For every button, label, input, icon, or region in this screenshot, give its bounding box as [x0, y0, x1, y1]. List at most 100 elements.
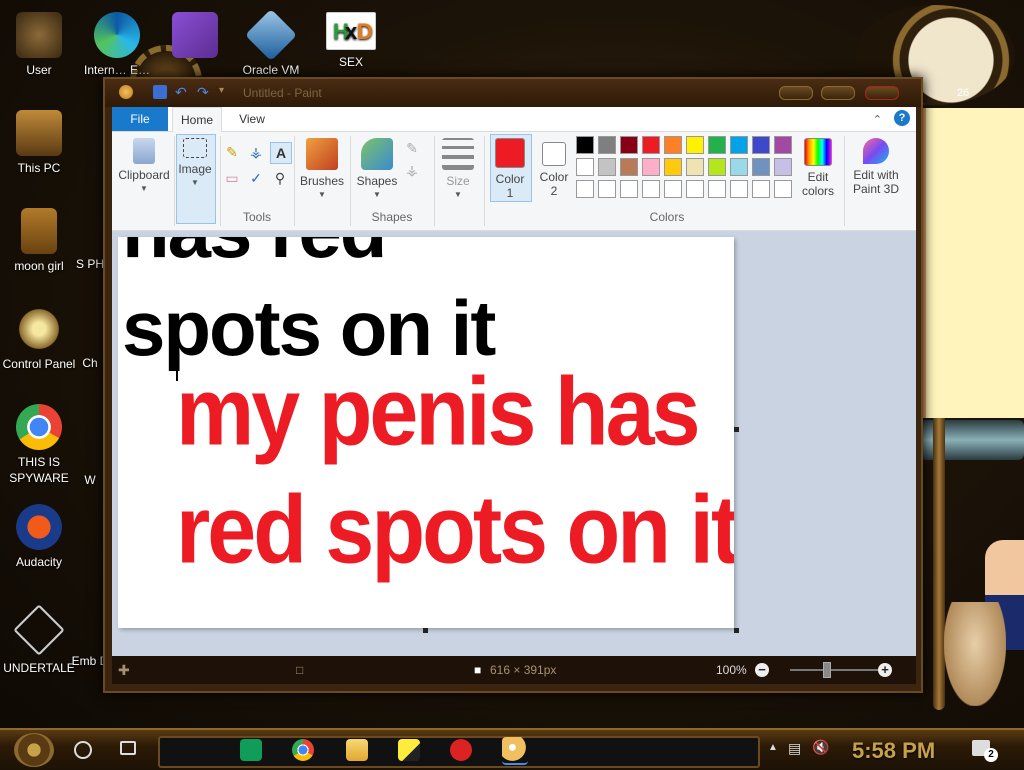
edit-paint3d-label: Edit with Paint 3D	[852, 168, 900, 196]
palette-swatch[interactable]	[642, 158, 660, 176]
size-button[interactable]: Size ▼	[438, 136, 478, 199]
eraser-icon[interactable]: ▭	[222, 168, 242, 188]
undo-icon[interactable]: ↶	[175, 85, 189, 99]
palette-swatch[interactable]	[598, 158, 616, 176]
palette-swatch[interactable]	[686, 136, 704, 154]
resize-handle-bottom[interactable]	[423, 628, 428, 633]
file-explorer-icon[interactable]	[346, 739, 368, 761]
palette-swatch[interactable]	[752, 136, 770, 154]
palette-swatch[interactable]	[642, 180, 660, 198]
color2-button[interactable]: Color 2	[534, 136, 574, 198]
chrome-icon	[16, 404, 62, 450]
shapes-icon	[361, 138, 393, 170]
brushes-button[interactable]: Brushes ▼	[298, 136, 346, 199]
start-button[interactable]	[14, 733, 54, 767]
collapse-ribbon-icon[interactable]: ⌃	[873, 113, 882, 126]
ribbon-divider	[844, 136, 845, 226]
palette-swatch[interactable]	[686, 158, 704, 176]
resize-handle-right[interactable]	[734, 427, 739, 432]
tab-file[interactable]: File	[112, 107, 168, 131]
tab-home[interactable]: Home	[172, 107, 222, 132]
palette-swatch[interactable]	[774, 180, 792, 198]
palette-swatch[interactable]	[708, 158, 726, 176]
zoom-out-button[interactable]: −	[755, 663, 769, 677]
desktop-icon-this-pc[interactable]: This PC	[0, 110, 78, 176]
google-sheets-icon[interactable]	[240, 739, 262, 761]
app-icon-red[interactable]	[450, 739, 472, 761]
palette-swatch[interactable]	[620, 158, 638, 176]
computer-icon	[16, 110, 62, 156]
maximize-button[interactable]	[821, 86, 855, 100]
image-button[interactable]: Image ▼	[172, 136, 218, 187]
color1-button[interactable]: Color 1	[490, 136, 530, 200]
redo-icon[interactable]: ↷	[197, 85, 211, 99]
magnifier-icon[interactable]: ⚲	[270, 168, 290, 188]
palette-swatch[interactable]	[686, 180, 704, 198]
taskbar-clock[interactable]: 5:58 PM	[852, 738, 935, 764]
clipboard-button[interactable]: Clipboard ▼	[116, 136, 172, 193]
desktop-icon-audacity[interactable]: Audacity	[0, 504, 78, 570]
palette-swatch[interactable]	[576, 136, 594, 154]
zoom-slider-track[interactable]	[790, 669, 886, 671]
desktop-icon-visual-studio[interactable]	[156, 12, 234, 62]
network-icon[interactable]: ▤	[788, 740, 801, 768]
palette-swatch[interactable]	[598, 136, 616, 154]
chrome-icon[interactable]	[292, 739, 314, 761]
save-icon[interactable]	[153, 85, 167, 99]
palette-swatch[interactable]	[708, 136, 726, 154]
edit-with-paint3d-button[interactable]: Edit with Paint 3D	[846, 136, 906, 196]
image-label: Image	[178, 162, 212, 176]
close-button[interactable]	[865, 86, 899, 100]
palette-swatch[interactable]	[620, 136, 638, 154]
palette-swatch[interactable]	[708, 180, 726, 198]
desktop-icon-oracle-vm[interactable]: Oracle VM	[232, 8, 310, 78]
palette-swatch[interactable]	[774, 158, 792, 176]
palette-swatch[interactable]	[752, 180, 770, 198]
sticky-note[interactable]	[920, 108, 1024, 418]
palette-swatch[interactable]	[642, 136, 660, 154]
palette-swatch[interactable]	[730, 136, 748, 154]
show-hidden-icons-icon[interactable]: ▲	[768, 742, 778, 770]
zoom-slider-thumb[interactable]	[823, 662, 831, 678]
volume-muted-icon[interactable]: 🔇	[812, 739, 829, 767]
paint-window[interactable]: ↶ ↷ ▾ Untitled - Paint File Home View ⌃ …	[103, 77, 923, 693]
desktop-icon-user[interactable]: User	[0, 12, 78, 78]
title-bar[interactable]: ↶ ↷ ▾ Untitled - Paint	[105, 79, 921, 107]
palette-swatch[interactable]	[576, 158, 594, 176]
resize-handle-corner[interactable]	[734, 628, 739, 633]
sticky-notes-icon[interactable]	[398, 739, 420, 761]
text-icon[interactable]: A	[270, 142, 292, 164]
ribbon-divider	[220, 136, 221, 226]
desktop-icon-sex[interactable]: H x D SEX	[312, 12, 390, 70]
edit-colors-button[interactable]: Edit colors	[796, 136, 840, 198]
color1-label: Color 1	[495, 172, 525, 200]
color-picker-icon[interactable]: ✓	[246, 168, 266, 188]
help-icon[interactable]: ?	[894, 110, 910, 126]
palette-swatch[interactable]	[730, 180, 748, 198]
minimize-button[interactable]	[779, 86, 813, 100]
drawing-canvas[interactable]: has red spots on it my penis has red spo…	[118, 237, 734, 628]
outline-icon[interactable]: ✎	[402, 138, 422, 158]
fill-icon[interactable]: ⚶	[246, 142, 266, 162]
desktop-icon-internet-explorer[interactable]: Intern… E…	[78, 12, 156, 78]
palette-swatch[interactable]	[664, 158, 682, 176]
unity-icon	[13, 604, 65, 656]
palette-swatch[interactable]	[620, 180, 638, 198]
paint-taskbar-icon[interactable]	[502, 737, 528, 765]
zoom-in-button[interactable]: +	[878, 663, 892, 677]
tab-view[interactable]: View	[228, 107, 276, 131]
palette-swatch[interactable]	[598, 180, 616, 198]
fill-shape-icon[interactable]: ⚶	[402, 160, 422, 180]
palette-swatch[interactable]	[664, 136, 682, 154]
canvas-area[interactable]: has red spots on it my penis has red spo…	[112, 231, 916, 656]
palette-swatch[interactable]	[576, 180, 594, 198]
palette-swatch[interactable]	[664, 180, 682, 198]
task-view-icon[interactable]	[120, 741, 136, 755]
palette-swatch[interactable]	[752, 158, 770, 176]
shapes-button[interactable]: Shapes ▼	[352, 136, 402, 199]
palette-swatch[interactable]	[730, 158, 748, 176]
pencil-icon[interactable]: ✎	[222, 142, 242, 162]
search-icon[interactable]	[74, 741, 92, 759]
palette-swatch[interactable]	[774, 136, 792, 154]
customize-toolbar-icon[interactable]: ▾	[219, 85, 233, 99]
